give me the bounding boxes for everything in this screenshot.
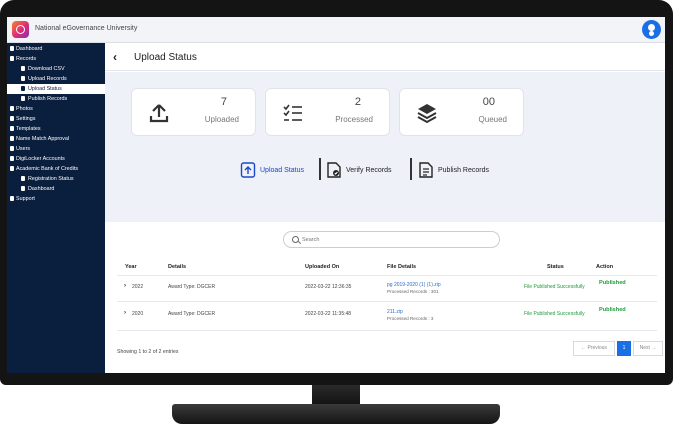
approval-icon [10,136,14,141]
upload-icon [149,104,169,123]
column-header-file-details: File Details [387,264,417,270]
divider [117,275,657,276]
users-icon [10,146,14,151]
records-icon [10,56,14,61]
page-header: ‹ Upload Status [105,43,665,71]
photos-icon [10,106,14,111]
sidebar-item-settings[interactable]: Settings [7,114,105,124]
layers-icon [417,104,437,124]
column-header-details: Details [168,264,187,270]
upload-status-icon [21,86,25,91]
upload-file-icon [240,162,256,178]
cell-processed-records: Processed Records : 3 [387,316,434,321]
sidebar-item-name-match-approval[interactable]: Name Match Approval [7,134,105,144]
registration-icon [21,176,25,181]
previous-page-button[interactable]: ← Previous [573,341,615,356]
expand-chevron-icon[interactable]: › [124,310,126,316]
app-title: National eGovernance University [35,25,138,32]
divider [410,158,412,180]
entries-info: Showing 1 to 2 of 2 entries [117,349,179,355]
stat-card-queued: 00 Queued [399,88,524,136]
next-page-button[interactable]: Next → [633,341,663,356]
cell-details: Award Type: DGCER [168,284,216,290]
stat-label: Queued [478,115,507,124]
cell-uploaded-on: 2022-03-22 11:35:48 [305,311,352,317]
column-header-year: Year [125,264,137,270]
stat-card-processed: 2 Processed [265,88,390,136]
settings-icon [10,116,14,121]
bank-icon [10,166,14,171]
stat-label: Processed [335,115,373,124]
dashboard-icon [10,46,14,51]
published-button[interactable]: Published [599,307,626,313]
sidebar-item-support[interactable]: Support [7,194,105,204]
file-link[interactable]: 211.zip [387,309,403,315]
cell-uploaded-on: 2022-03-22 12:36:35 [305,284,352,290]
search-box[interactable] [283,231,500,248]
sidebar-item-digilocker-accounts[interactable]: DigiLocker Accounts [7,154,105,164]
divider [319,158,321,180]
sidebar-item-publish-records[interactable]: Publish Records [7,94,105,104]
search-icon [292,236,299,243]
download-icon [21,66,25,71]
cell-status: File Published Successfully [524,311,585,317]
stat-value: 2 [354,96,361,108]
templates-icon [10,126,14,131]
sidebar-item-photos[interactable]: Photos [7,104,105,114]
divider [117,301,657,302]
column-header-action: Action [596,264,614,270]
cell-year: 2020 [132,311,144,317]
monitor-stand [172,404,500,424]
sidebar-item-records[interactable]: Records [7,54,105,64]
screen: National eGovernance University Dashboar… [7,17,665,373]
sidebar-item-upload-status[interactable]: Upload Status [7,84,105,94]
stat-label: Uploaded [204,115,239,124]
file-link[interactable]: pg 2019-2020 (1) (1).zip [387,282,441,288]
publish-file-icon [419,162,433,178]
sidebar-item-academic-bank-of-credits[interactable]: Academic Bank of Credits [7,164,105,174]
cell-processed-records: Processed Records : 301 [387,289,439,294]
checklist-icon [283,104,302,121]
cell-details: Award Type: DGCER [168,311,216,317]
stat-card-uploaded: 7 Uploaded [131,88,256,136]
published-button[interactable]: Published [599,280,626,286]
user-avatar-icon[interactable] [642,20,661,39]
page-1-button[interactable]: 1 [617,341,631,356]
cell-status: File Published Successfully [524,284,585,290]
sidebar-item-dashboard[interactable]: Dashboard [7,44,105,54]
cell-year: 2022 [132,284,144,290]
column-header-status: Status [547,264,564,270]
stat-value: 7 [220,96,227,108]
sidebar-item-users[interactable]: Users [7,144,105,154]
sidebar-item-download-csv[interactable]: Download CSV [7,64,105,74]
sidebar-item-templates[interactable]: Templates [7,124,105,134]
publish-icon [21,96,25,101]
sidebar-item-abc-dashboard[interactable]: Dashboard [7,184,105,194]
dashboard-icon [21,186,25,191]
page-title: Upload Status [134,52,197,63]
support-icon [10,196,14,201]
verify-file-icon [327,162,341,178]
upload-records-icon [21,76,25,81]
main-content: ‹ Upload Status 7 Uploaded 2 Processed 0… [105,43,665,373]
divider [117,330,657,331]
expand-chevron-icon[interactable]: › [124,283,126,289]
column-header-uploaded-on: Uploaded On [305,264,340,270]
search-input[interactable] [302,235,492,245]
top-bar: National eGovernance University [7,17,665,43]
sidebar: Dashboard Records Download CSV Upload Re… [7,43,105,373]
sidebar-item-upload-records[interactable]: Upload Records [7,74,105,84]
back-arrow-icon[interactable]: ‹ [113,51,123,63]
app-logo-icon [12,21,29,38]
sidebar-item-registration-status[interactable]: Registration Status [7,174,105,184]
stat-value: 00 [482,96,495,108]
digilocker-icon [10,156,14,161]
